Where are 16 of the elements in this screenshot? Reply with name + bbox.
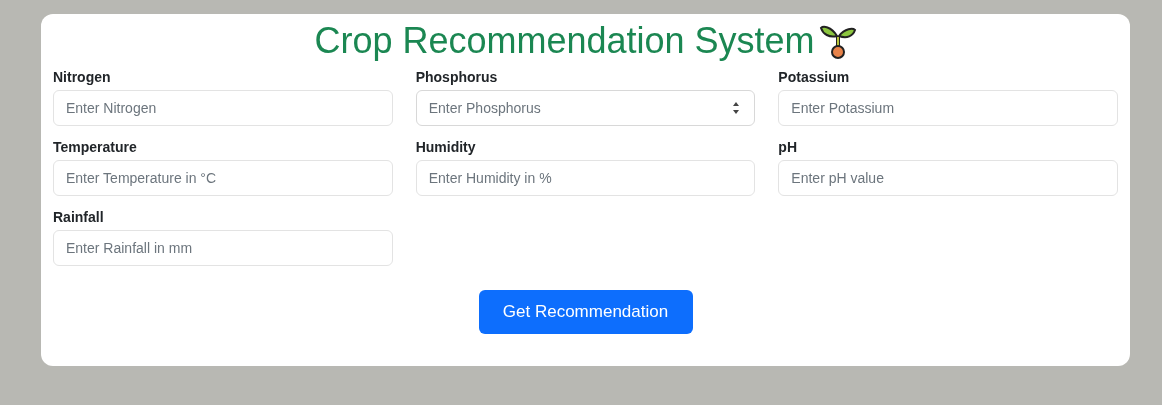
- field-label: Phosphorus: [415, 68, 499, 87]
- field-label: Humidity: [415, 138, 477, 157]
- page-title: Crop Recommendation System: [314, 23, 815, 59]
- input-field[interactable]: Enter Nitrogen: [53, 90, 393, 126]
- input-field[interactable]: Enter pH value: [778, 160, 1118, 196]
- input-field[interactable]: Enter Humidity in %: [415, 160, 756, 196]
- input-field[interactable]: Enter Temperature in °C: [53, 160, 393, 196]
- field-label: Rainfall: [53, 208, 105, 227]
- input-field[interactable]: Enter Potassium: [778, 90, 1118, 126]
- get-recommendation-button[interactable]: Get Recommendation: [478, 290, 693, 334]
- field-label: Nitrogen: [53, 68, 112, 87]
- field-label: Potassium: [778, 68, 851, 87]
- field-label: pH: [778, 138, 798, 157]
- input-field[interactable]: Enter Phosphorus: [415, 90, 756, 126]
- input-field[interactable]: Enter Rainfall in mm: [53, 230, 393, 266]
- field-label: Temperature: [53, 138, 138, 157]
